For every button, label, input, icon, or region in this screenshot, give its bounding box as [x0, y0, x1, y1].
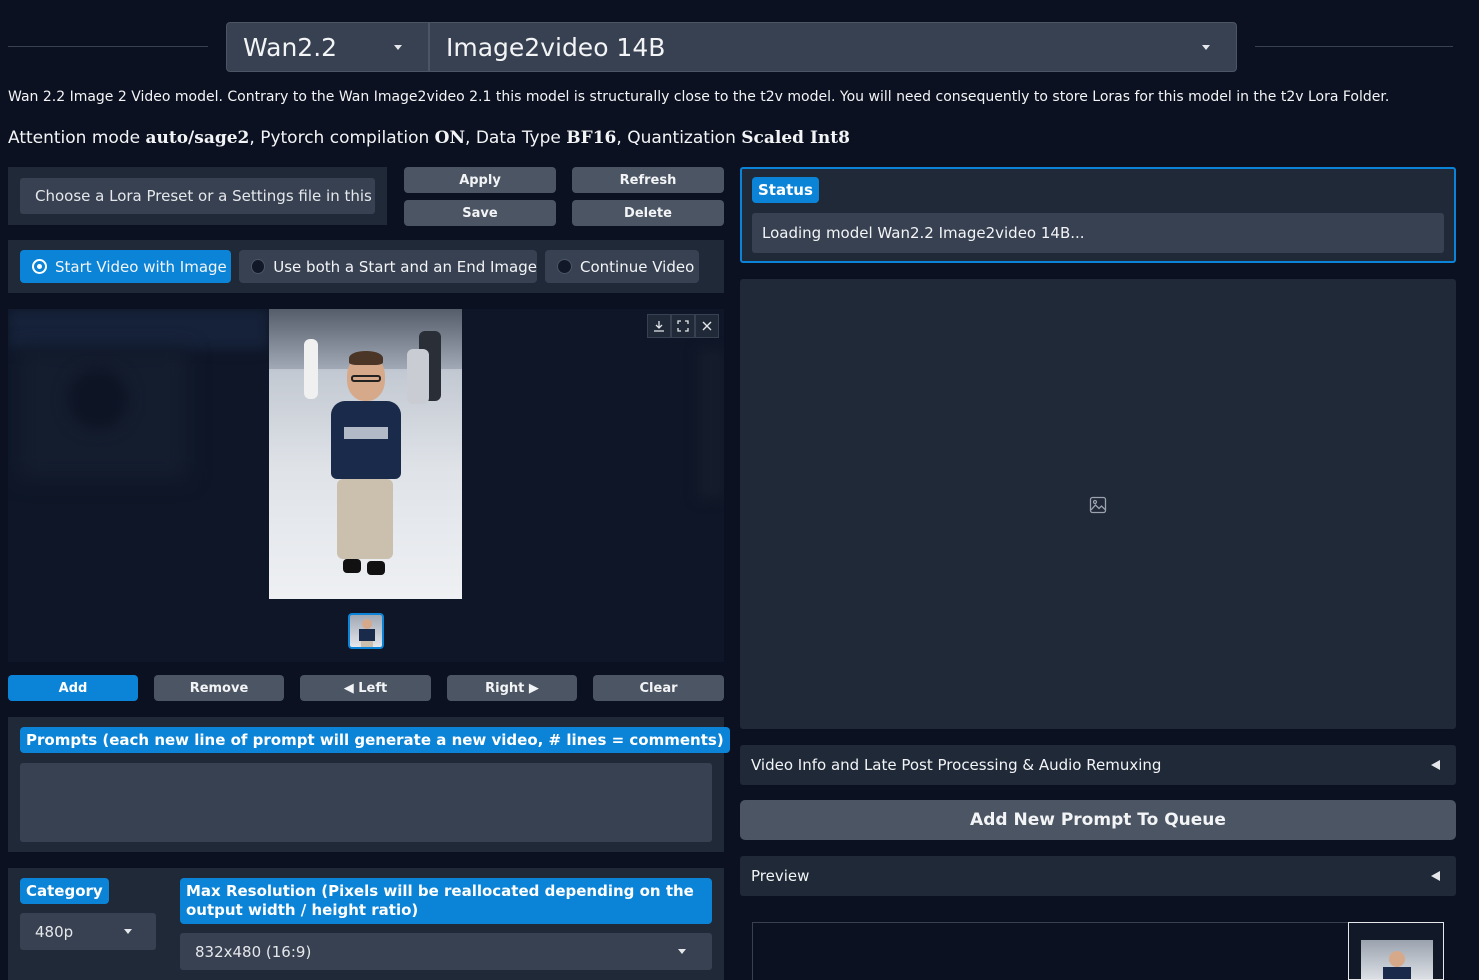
- radio-start-and-end-image[interactable]: Use both a Start and an End Image: [239, 250, 537, 283]
- apply-button[interactable]: Apply: [404, 167, 556, 193]
- image-placeholder-icon: [1089, 496, 1107, 518]
- lora-preset-placeholder: Choose a Lora Preset or a Settings file …: [35, 187, 375, 205]
- preview-area: [752, 922, 1444, 980]
- status-text: Loading model Wan2.2 Image2video 14B...: [752, 213, 1444, 253]
- resolution-label: Max Resolution (Pixels will be reallocat…: [180, 878, 712, 924]
- radio-unselected-icon: [251, 259, 266, 274]
- top-right-rule: [1255, 46, 1453, 47]
- radio-continue-video[interactable]: Continue Video: [545, 250, 699, 283]
- radio-start-video-with-image[interactable]: Start Video with Image: [20, 250, 231, 283]
- left-button[interactable]: ◀ Left: [300, 675, 431, 701]
- model-dropdown[interactable]: Image2video 14B: [429, 22, 1237, 72]
- gallery-thumbnail[interactable]: [348, 613, 384, 649]
- video-info-label: Video Info and Late Post Processing & Au…: [751, 756, 1162, 774]
- model-family-value: Wan2.2: [243, 32, 338, 62]
- refresh-button[interactable]: Refresh: [572, 167, 724, 193]
- category-dropdown[interactable]: 480p: [20, 913, 156, 950]
- radio-unselected-icon: [557, 259, 572, 274]
- right-button[interactable]: Right ▶: [447, 675, 577, 701]
- download-icon[interactable]: [647, 314, 671, 338]
- resolution-value: 832x480 (16:9): [195, 942, 312, 961]
- chevron-down-icon: [1202, 44, 1210, 50]
- save-button[interactable]: Save: [404, 200, 556, 226]
- clear-button[interactable]: Clear: [593, 675, 724, 701]
- chevron-down-icon: [394, 44, 402, 50]
- resolution-dropdown[interactable]: 832x480 (16:9): [180, 933, 712, 970]
- model-description: Wan 2.2 Image 2 Video model. Contrary to…: [8, 89, 1390, 105]
- top-left-rule: [8, 46, 208, 47]
- remove-button[interactable]: Remove: [154, 675, 284, 701]
- attention-info: Attention mode auto/sage2, Pytorch compi…: [8, 128, 850, 148]
- radio-selected-icon: [32, 259, 47, 274]
- chevron-down-icon: [678, 949, 686, 954]
- image-gallery[interactable]: [8, 309, 724, 662]
- delete-button[interactable]: Delete: [572, 200, 724, 226]
- add-button[interactable]: Add: [8, 675, 138, 701]
- video-output-area: [740, 279, 1456, 729]
- category-value: 480p: [35, 922, 74, 941]
- lora-preset-dropdown[interactable]: Choose a Lora Preset or a Settings file …: [20, 178, 375, 214]
- prompts-label: Prompts (each new line of prompt will ge…: [20, 727, 730, 753]
- close-icon[interactable]: [695, 314, 719, 338]
- status-label: Status: [752, 177, 819, 203]
- preview-accordion[interactable]: Preview: [740, 856, 1456, 896]
- collapse-triangle-icon: [1431, 760, 1440, 770]
- video-info-accordion[interactable]: Video Info and Late Post Processing & Au…: [740, 745, 1456, 785]
- model-value: Image2video 14B: [446, 32, 666, 62]
- start-image[interactable]: [269, 309, 462, 599]
- model-family-dropdown[interactable]: Wan2.2: [226, 22, 429, 72]
- add-to-queue-button[interactable]: Add New Prompt To Queue: [740, 800, 1456, 840]
- fullscreen-icon[interactable]: [671, 314, 695, 338]
- chevron-down-icon: [124, 929, 132, 934]
- prompts-textarea[interactable]: [20, 763, 712, 842]
- category-label: Category: [20, 878, 109, 904]
- collapse-triangle-icon: [1431, 871, 1440, 881]
- preview-label: Preview: [751, 867, 810, 885]
- preview-thumbnail[interactable]: [1348, 922, 1444, 980]
